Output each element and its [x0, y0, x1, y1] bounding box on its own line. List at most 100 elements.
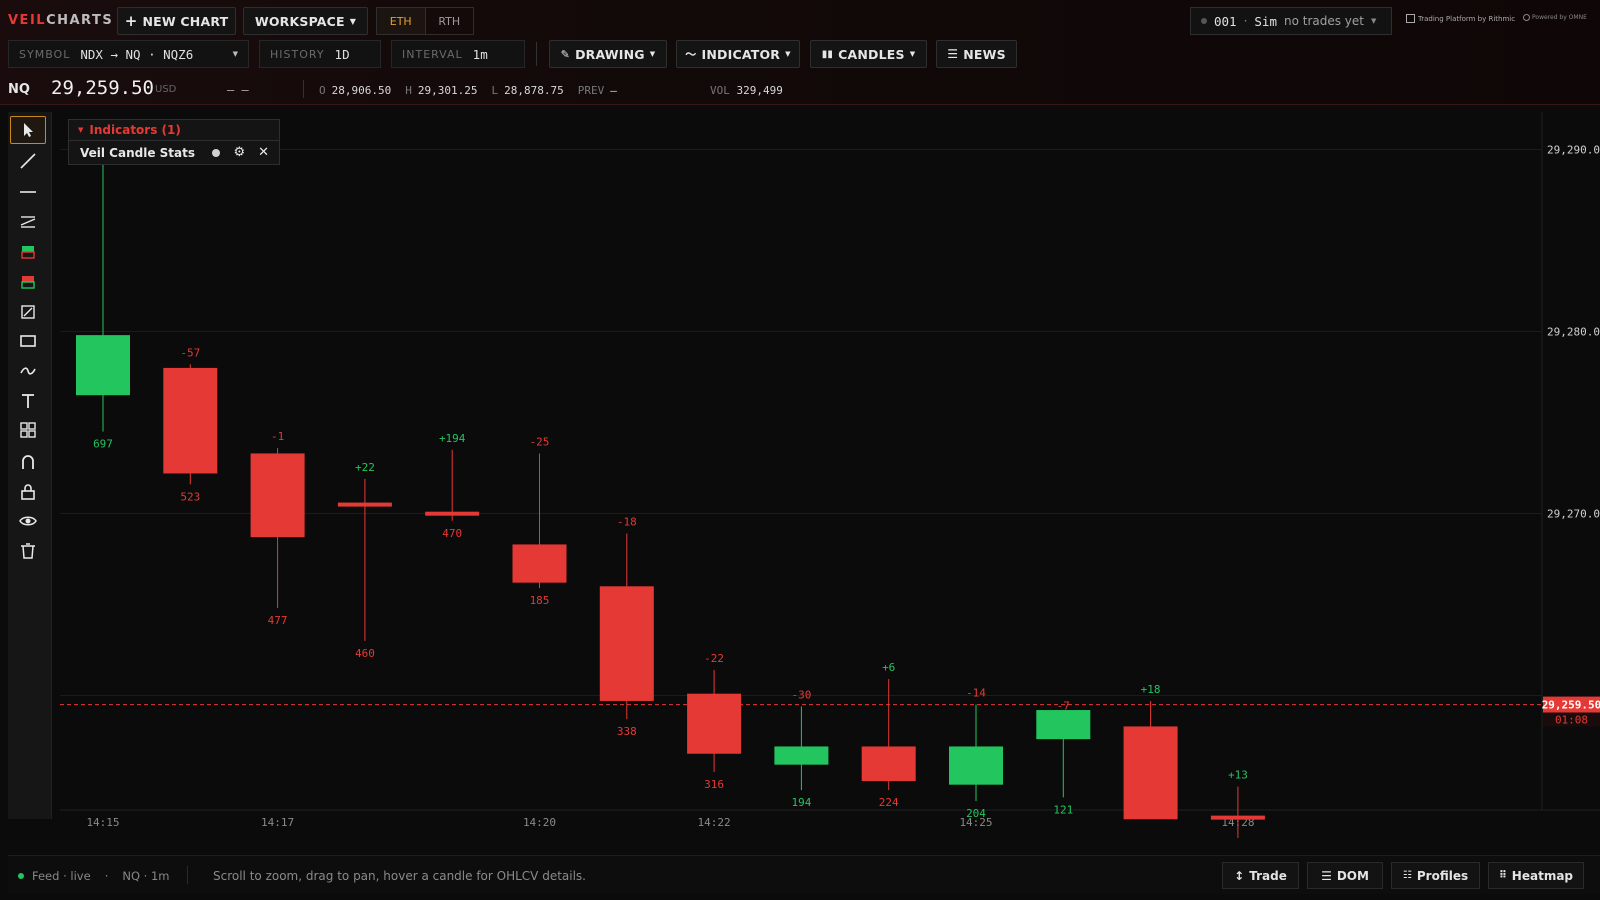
collapse-caret-icon: ▼ [78, 126, 84, 134]
quote-currency: USD [155, 84, 177, 95]
history-value: 1D [334, 46, 350, 62]
magnet-tool[interactable] [10, 448, 46, 476]
caret-down-icon: ▼ [1371, 17, 1377, 25]
interval-field[interactable]: INTERVAL 1m [391, 40, 525, 68]
trendline-tool[interactable] [10, 147, 46, 175]
account-status-dot [1201, 18, 1207, 24]
caret-down-icon: ▼ [649, 50, 656, 58]
patterns-icon [20, 422, 36, 438]
volume-label: 477 [268, 614, 288, 627]
text-icon [22, 394, 34, 408]
indicator-button[interactable]: 〜 INDICATOR ▼ [676, 40, 800, 68]
brand-veil: VEIL [8, 13, 47, 28]
session-eth[interactable]: ETH [377, 8, 426, 34]
updown-arrows-icon: ↕ [1234, 868, 1245, 883]
measure-tool[interactable] [10, 298, 46, 326]
candle-body [337, 502, 392, 507]
cursor-icon [24, 123, 33, 137]
session-rth[interactable]: RTH [426, 8, 474, 34]
delta-label: -18 [617, 516, 637, 529]
candle-body [425, 511, 480, 516]
drawing-button[interactable]: ✎ DRAWING ▼ [549, 40, 667, 68]
app-logo[interactable]: VEILCHARTS [8, 13, 113, 28]
volume-label: 121 [1053, 803, 1073, 816]
profiles-button[interactable]: ☷ Profiles [1391, 862, 1480, 889]
candle-body [774, 746, 829, 765]
heatmap-button[interactable]: ⠿ Heatmap [1488, 862, 1584, 889]
high-label: H [405, 84, 412, 97]
indicator-item[interactable]: Veil Candle Stats ⚙ ✕ [68, 141, 280, 165]
delta-label: -25 [530, 435, 550, 448]
price-chart[interactable]: 29,290.00 29,280.00 29,270.00 14:15 14:17 14:… [52, 112, 1600, 838]
short-position-icon [21, 276, 35, 289]
volume-label: 204 [966, 807, 986, 820]
magnet-icon [22, 455, 34, 469]
lock-icon [21, 484, 35, 500]
rectangle-tool[interactable] [10, 327, 46, 355]
long-position-tool[interactable] [10, 238, 46, 266]
parallel-channel-tool[interactable] [10, 208, 46, 236]
feed-label: Feed · live [32, 869, 91, 883]
short-position-tool[interactable] [10, 268, 46, 296]
dom-button[interactable]: ☰ DOM [1307, 862, 1383, 889]
price-tick-label: 29,280.00 [1547, 326, 1600, 339]
volume-value: 329,499 [736, 84, 783, 97]
low-value: 28,878.75 [504, 84, 564, 97]
brush-tool[interactable] [10, 357, 46, 385]
delta-label: -14 [966, 687, 986, 700]
visibility-dot-icon[interactable] [212, 148, 221, 157]
rithmic-note: Trading Platform by Rithmic [1418, 14, 1516, 23]
quote-change: – – [227, 83, 249, 97]
cursor-tool[interactable] [10, 116, 46, 144]
news-label: NEWS [963, 46, 1006, 62]
patterns-tool[interactable] [10, 416, 46, 444]
delete-tool[interactable] [10, 537, 46, 565]
symbol-value: NDX → NQ · NQZ6 [80, 46, 194, 62]
close-icon[interactable]: ✕ [258, 145, 269, 160]
candle-body [163, 367, 218, 474]
dom-icon: ☰ [1321, 868, 1332, 883]
settings-gear-icon[interactable]: ⚙ [233, 145, 245, 160]
account-id: 001 [1214, 13, 1237, 29]
measure-icon [21, 305, 35, 319]
rithmic-icon [1406, 14, 1415, 23]
symbol-field[interactable]: SYMBOL NDX → NQ · NQZ6 ▼ [8, 40, 249, 68]
horizontal-line-tool[interactable] [10, 178, 46, 206]
status-separator: · [104, 869, 109, 883]
caret-down-icon: ▼ [909, 50, 916, 58]
time-tick-label: 14:17 [261, 816, 294, 829]
toolbar-divider [536, 42, 537, 66]
delta-label: -1 [271, 430, 284, 443]
candles-label: CANDLES [838, 46, 905, 62]
interval-value: 1m [472, 46, 488, 62]
news-button[interactable]: ☰ NEWS [936, 40, 1017, 68]
high-value: 29,301.25 [417, 84, 478, 97]
volume-label: 185 [530, 594, 550, 607]
delta-label: +22 [355, 461, 375, 474]
workspace-button[interactable]: WORKSPACE ▼ [243, 7, 368, 35]
text-tool[interactable] [10, 387, 46, 415]
delta-label: -7 [1057, 699, 1070, 712]
new-chart-button[interactable]: + NEW CHART [117, 7, 236, 35]
volume-label: 338 [617, 725, 637, 738]
list-icon: ☰ [947, 47, 959, 61]
lock-tool[interactable] [10, 478, 46, 506]
caret-down-icon: ▼ [785, 50, 791, 58]
account-selector[interactable]: 001 · Sim no trades yet ▼ [1190, 7, 1392, 35]
history-field[interactable]: HISTORY 1D [259, 40, 381, 68]
caret-down-icon: ▼ [232, 50, 238, 58]
delta-label: -22 [704, 652, 724, 665]
indicators-header[interactable]: ▼ Indicators (1) [68, 119, 280, 141]
drawing-label: DRAWING [575, 46, 645, 62]
visibility-tool[interactable] [10, 507, 46, 535]
omne-badge: Powered by OMNE [1523, 14, 1587, 21]
volume-label: 316 [704, 778, 724, 791]
quote-price: 29,259.50 [51, 77, 154, 99]
quote-symbol: NQ [8, 82, 30, 97]
open-value: 28,906.50 [331, 84, 392, 97]
candles-button[interactable]: ▮▮ CANDLES ▼ [810, 40, 927, 68]
instrument-label: NQ · 1m [122, 869, 170, 883]
status-hint: Scroll to zoom, drag to pan, hover a can… [213, 869, 586, 883]
current-price-value: 29,259.50 [1542, 699, 1600, 712]
trade-button[interactable]: ↕ Trade [1222, 862, 1299, 889]
